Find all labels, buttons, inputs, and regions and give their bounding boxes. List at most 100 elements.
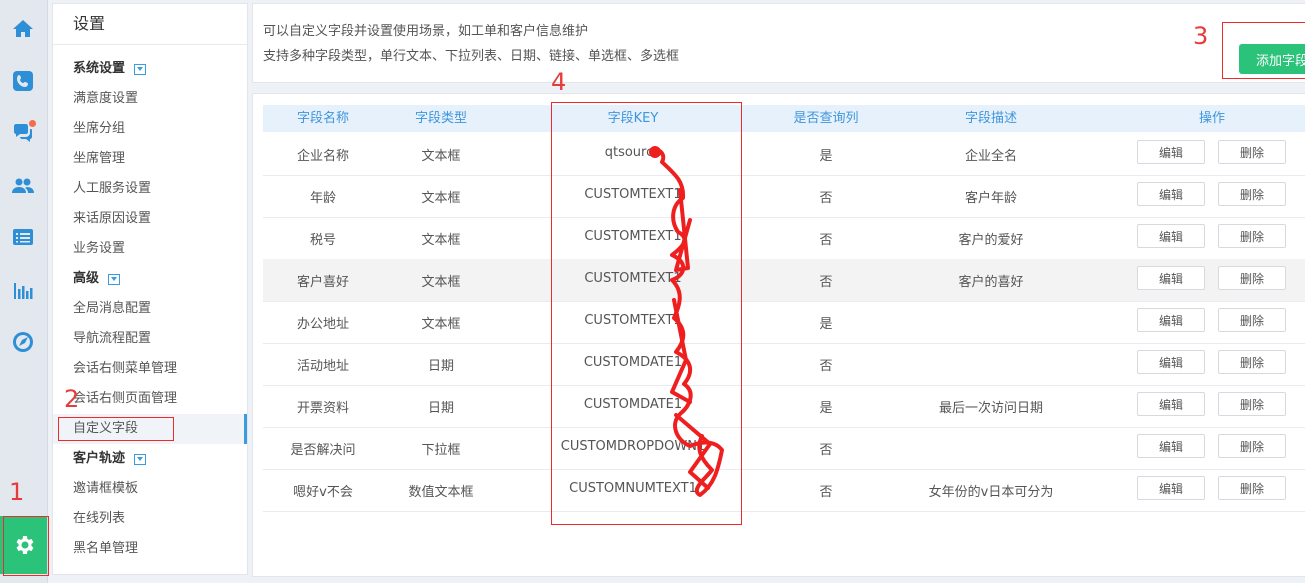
cell-description: 客户的爱好 <box>958 233 1024 248</box>
chevron-down-icon[interactable] <box>134 63 147 75</box>
menu-item-agent-groups[interactable]: 坐席分组 <box>53 114 247 144</box>
cell-field-name: 年龄 <box>309 191 337 206</box>
header-description: 字段描述 <box>964 111 1018 126</box>
cell-description: 企业全名 <box>964 149 1018 164</box>
menu-group-advanced[interactable]: 高级 <box>53 264 247 294</box>
annotation-number-4: 4 <box>551 68 567 96</box>
edit-button[interactable]: 编辑 <box>1137 434 1205 458</box>
cell-field-type: 文本框 <box>421 317 461 332</box>
bar-chart-icon[interactable] <box>8 276 38 306</box>
delete-button[interactable]: 删除 <box>1218 182 1286 206</box>
edit-button[interactable]: 编辑 <box>1137 350 1205 374</box>
notification-dot <box>29 120 36 127</box>
header-queryable: 是否查询列 <box>793 111 859 126</box>
fields-table-panel: 字段名称 字段类型 字段KEY 是否查询列 字段描述 操作 企业名称 文本框 qts… <box>252 93 1305 577</box>
menu-item-human-service[interactable]: 人工服务设置 <box>53 174 247 204</box>
delete-button[interactable]: 删除 <box>1218 476 1286 500</box>
cell-field-type: 日期 <box>427 401 455 416</box>
table-row: 是否解决问 下拉框 CUSTOMDROPDOWN1 否编辑 删除 <box>263 427 1305 470</box>
annotation-number-2: 2 <box>64 385 80 413</box>
compass-icon[interactable] <box>8 327 38 357</box>
header-field-type: 字段类型 <box>414 111 468 126</box>
edit-button[interactable]: 编辑 <box>1137 392 1205 416</box>
edit-button[interactable]: 编辑 <box>1137 140 1205 164</box>
annotation-number-3: 3 <box>1193 22 1209 50</box>
delete-button[interactable]: 删除 <box>1218 350 1286 374</box>
menu-item-agent-management[interactable]: 坐席管理 <box>53 144 247 174</box>
table-row: 企业名称 文本框 qtsource 是企业全名 编辑 删除 <box>263 133 1305 176</box>
annotation-number-1: 1 <box>9 478 25 506</box>
info-line-1: 可以自定义字段并设置使用场景，如工单和客户信息维护 <box>263 24 589 39</box>
menu-item-session-side-page[interactable]: 会话右侧页面管理 <box>53 384 247 414</box>
menu-item-call-reason[interactable]: 来话原因设置 <box>53 204 247 234</box>
table-row: 年龄 文本框 CUSTOMTEXT1 否客户年龄 编辑 删除 <box>263 175 1305 218</box>
cell-field-name: 企业名称 <box>296 149 350 164</box>
cell-field-name: 开票资料 <box>296 401 350 416</box>
menu-group-label: 系统设置 <box>73 61 126 76</box>
menu-item-blacklist[interactable]: 黑名单管理 <box>53 534 247 564</box>
users-icon[interactable] <box>8 171 38 201</box>
menu-title: 设置 <box>53 4 247 45</box>
cell-queryable: 否 <box>819 191 833 206</box>
delete-button[interactable]: 删除 <box>1218 392 1286 416</box>
list-icon[interactable] <box>8 222 38 252</box>
table-row: 嗯好v不会 数值文本框 CUSTOMNUMTEXT1 否女年份的v日本可分为 编辑 删除 <box>263 469 1305 512</box>
info-panel: 可以自定义字段并设置使用场景，如工单和客户信息维护 支持多种字段类型，单行文本、… <box>252 3 1305 83</box>
delete-button[interactable]: 删除 <box>1218 140 1286 164</box>
menu-item-invite-template[interactable]: 邀请框模板 <box>53 474 247 504</box>
cell-field-name: 客户喜好 <box>296 275 350 290</box>
table-header: 字段名称 字段类型 字段KEY 是否查询列 字段描述 操作 <box>263 105 1305 132</box>
delete-button[interactable]: 删除 <box>1218 266 1286 290</box>
annotation-box-3 <box>1222 22 1305 79</box>
delete-button[interactable]: 删除 <box>1218 434 1286 458</box>
cell-description: 女年份的v日本可分为 <box>928 485 1054 500</box>
cell-field-name: 嗯好v不会 <box>293 485 353 500</box>
menu-item-global-message[interactable]: 全局消息配置 <box>53 294 247 324</box>
edit-button[interactable]: 编辑 <box>1137 308 1205 332</box>
menu-item-navigation-flow[interactable]: 导航流程配置 <box>53 324 247 354</box>
menu-item-online-list[interactable]: 在线列表 <box>53 504 247 534</box>
menu-group-system[interactable]: 系统设置 <box>53 54 247 84</box>
table-row: 客户喜好 文本框 CUSTOMTEXT1 否客户的喜好 编辑 删除 <box>263 259 1305 302</box>
cell-queryable: 否 <box>819 275 833 290</box>
header-actions: 操作 <box>1198 111 1226 126</box>
cell-description: 最后一次访问日期 <box>938 401 1044 416</box>
cell-description: 客户年龄 <box>964 191 1018 206</box>
chevron-down-icon[interactable] <box>134 453 147 465</box>
menu-group-label: 客户轨迹 <box>73 451 126 466</box>
cell-queryable: 否 <box>819 443 833 458</box>
edit-button[interactable]: 编辑 <box>1137 476 1205 500</box>
cell-field-name: 办公地址 <box>296 317 350 332</box>
cell-field-name: 是否解决问 <box>290 443 356 458</box>
menu-group-customer-track[interactable]: 客户轨迹 <box>53 444 247 474</box>
cell-queryable: 是 <box>819 149 833 164</box>
cell-description: 客户的喜好 <box>958 275 1024 290</box>
delete-button[interactable]: 删除 <box>1218 224 1286 248</box>
cell-queryable: 是 <box>819 317 833 332</box>
chat-icon[interactable] <box>8 118 38 148</box>
menu-item-satisfaction[interactable]: 满意度设置 <box>53 84 247 114</box>
cell-queryable: 否 <box>819 485 833 500</box>
menu-group-label: 高级 <box>73 271 100 286</box>
header-field-name: 字段名称 <box>296 111 350 126</box>
annotation-box-1 <box>3 516 49 576</box>
edit-button[interactable]: 编辑 <box>1137 266 1205 290</box>
cell-field-name: 税号 <box>309 233 337 248</box>
table-row: 办公地址 文本框 CUSTOMTEXT1 是编辑 删除 <box>263 301 1305 344</box>
delete-button[interactable]: 删除 <box>1218 308 1286 332</box>
menu-item-session-side-menu[interactable]: 会话右侧菜单管理 <box>53 354 247 384</box>
cell-field-type: 文本框 <box>421 149 461 164</box>
phone-icon[interactable] <box>8 66 38 96</box>
home-icon[interactable] <box>8 14 38 44</box>
info-line-2: 支持多种字段类型，单行文本、下拉列表、日期、链接、单选框、多选框 <box>263 49 680 64</box>
edit-button[interactable]: 编辑 <box>1137 224 1205 248</box>
edit-button[interactable]: 编辑 <box>1137 182 1205 206</box>
cell-queryable: 是 <box>819 401 833 416</box>
table-row: 活动地址 日期 CUSTOMDATE1 否编辑 删除 <box>263 343 1305 386</box>
settings-menu: 设置 系统设置 满意度设置 坐席分组 坐席管理 人工服务设置 来话原因设置 业务… <box>52 3 248 575</box>
cell-field-type: 文本框 <box>421 191 461 206</box>
annotation-box-2 <box>58 417 174 441</box>
chevron-down-icon[interactable] <box>108 273 121 285</box>
table-row: 税号 文本框 CUSTOMTEXT1 否客户的爱好 编辑 删除 <box>263 217 1305 260</box>
menu-item-business[interactable]: 业务设置 <box>53 234 247 264</box>
